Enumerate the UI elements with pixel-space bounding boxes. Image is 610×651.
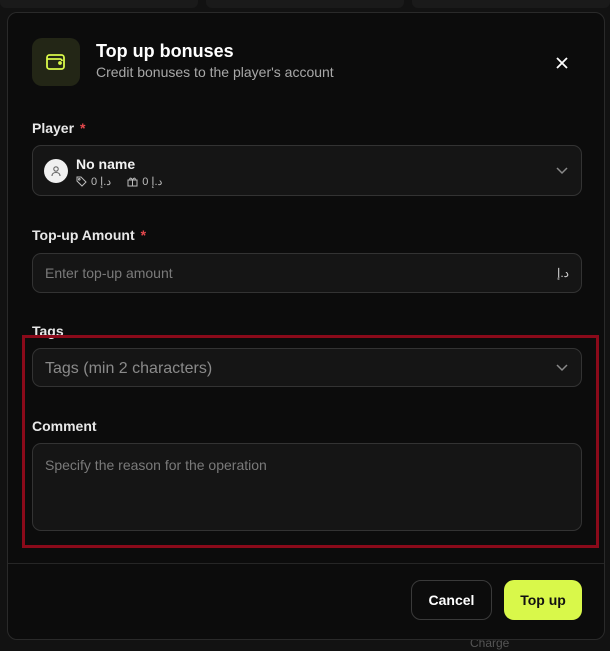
gift-icon <box>127 177 138 187</box>
required-mark: * <box>80 120 86 136</box>
wallet-icon <box>32 38 80 86</box>
close-icon <box>556 57 568 69</box>
player-stat-1: د.إ 0 <box>91 176 112 188</box>
close-button[interactable] <box>550 51 574 75</box>
player-stats: د.إ 0 د.إ 0 <box>76 175 162 188</box>
amount-placeholder: Enter top-up amount <box>45 265 173 281</box>
currency-suffix: د.إ <box>556 266 569 280</box>
dialog-title: Top up bonuses <box>96 41 234 61</box>
dialog-subtitle: Credit bonuses to the player's account <box>96 64 334 80</box>
required-mark: * <box>140 227 147 243</box>
player-stat-2: د.إ 0 <box>142 176 163 188</box>
user-icon <box>44 159 68 183</box>
dialog-header <box>32 38 80 86</box>
player-name: No name <box>76 156 136 172</box>
amount-input[interactable]: Enter top-up amount د.إ <box>32 253 582 293</box>
player-label-text: Player <box>32 120 75 136</box>
top-up-button[interactable]: Top up <box>504 580 582 620</box>
cancel-button[interactable]: Cancel <box>411 580 492 620</box>
footer-divider <box>8 563 604 564</box>
player-label: Player * <box>32 120 86 136</box>
top-up-dialog: Top up bonuses Credit bonuses to the pla… <box>7 12 605 640</box>
highlight-box <box>22 335 599 548</box>
tag-icon <box>76 176 87 187</box>
chevron-down-icon <box>556 166 568 174</box>
player-select[interactable]: No name د.إ 0 د.إ 0 <box>32 145 582 196</box>
background-tabs <box>0 0 610 8</box>
amount-label-text: Top-up Amount <box>32 227 135 243</box>
amount-label: Top-up Amount * <box>32 227 146 243</box>
